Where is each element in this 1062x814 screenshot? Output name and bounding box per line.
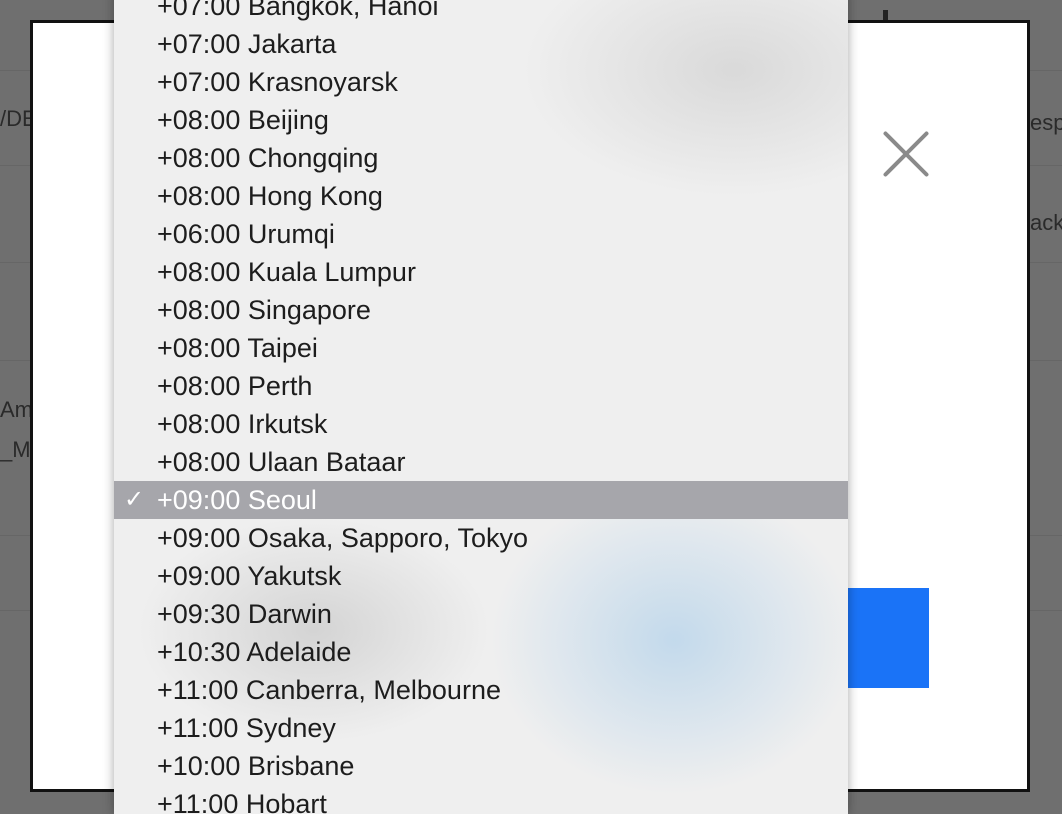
timezone-option-label: +09:00 Seoul [157,485,317,515]
timezone-option[interactable]: +11:00 Hobart [114,785,848,814]
timezone-option[interactable]: +07:00 Jakarta [114,25,848,63]
bg-text-fragment: esp [1030,110,1062,135]
timezone-option-label: +08:00 Chongqing [157,143,379,173]
bg-text-fragment: Am [0,397,33,422]
timezone-option[interactable]: +07:00 Bangkok, Hanoi [114,0,848,25]
timezone-option[interactable]: +06:00 Urumqi [114,215,848,253]
timezone-option[interactable]: +08:00 Kuala Lumpur [114,253,848,291]
timezone-option[interactable]: +08:00 Chongqing [114,139,848,177]
timezone-option-label: +06:00 Urumqi [157,219,335,249]
timezone-option[interactable]: +09:30 Darwin [114,595,848,633]
timezone-option[interactable]: +11:00 Canberra, Melbourne [114,671,848,709]
timezone-option-label: +08:00 Irkutsk [157,409,328,439]
timezone-option[interactable]: +09:00 Yakutsk [114,557,848,595]
timezone-option[interactable]: +08:00 Beijing [114,101,848,139]
bg-text-fragment: ack [1030,210,1062,235]
timezone-option[interactable]: +10:00 Brisbane [114,747,848,785]
timezone-option[interactable]: +08:00 Perth [114,367,848,405]
timezone-option-label: +11:00 Hobart [157,789,327,814]
timezone-option-label: +08:00 Singapore [157,295,371,325]
timezone-option-selected[interactable]: ✓ +09:00 Seoul [114,481,848,519]
timezone-option[interactable]: +08:00 Taipei [114,329,848,367]
timezone-option-label: +09:00 Yakutsk [157,561,342,591]
timezone-option[interactable]: +09:00 Osaka, Sapporo, Tokyo [114,519,848,557]
close-icon[interactable] [879,127,933,181]
bg-text-fragment: _M [0,437,31,462]
timezone-option[interactable]: +08:00 Ulaan Bataar [114,443,848,481]
timezone-option[interactable]: +10:30 Adelaide [114,633,848,671]
timezone-option[interactable]: +08:00 Hong Kong [114,177,848,215]
timezone-option-label: +09:30 Darwin [157,599,332,629]
timezone-option-label: +10:30 Adelaide [157,637,352,667]
timezone-option[interactable]: +07:00 Krasnoyarsk [114,63,848,101]
timezone-option-label: +09:00 Osaka, Sapporo, Tokyo [157,523,528,553]
timezone-option-label: +10:00 Brisbane [157,751,355,781]
timezone-option-label: +08:00 Kuala Lumpur [157,257,416,287]
timezone-option-label: +08:00 Taipei [157,333,318,363]
timezone-option[interactable]: +11:00 Sydney [114,709,848,747]
checkmark-icon: ✓ [124,486,145,513]
timezone-option-label: +07:00 Krasnoyarsk [157,67,398,97]
timezone-option[interactable]: +08:00 Irkutsk [114,405,848,443]
timezone-option[interactable]: +08:00 Singapore [114,291,848,329]
timezone-option-label: +07:00 Jakarta [157,29,337,59]
timezone-option-label: +11:00 Sydney [157,713,336,743]
timezone-option-label: +11:00 Canberra, Melbourne [157,675,501,705]
timezone-option-label: +08:00 Hong Kong [157,181,383,211]
timezone-option-label: +08:00 Perth [157,371,313,401]
timezone-option-label: +07:00 Bangkok, Hanoi [157,0,439,21]
timezone-option-label: +08:00 Ulaan Bataar [157,447,406,477]
timezone-option-label: +08:00 Beijing [157,105,329,135]
timezone-dropdown-menu[interactable]: +07:00 Bangkok, Hanoi +07:00 Jakarta +07:0… [114,0,848,814]
